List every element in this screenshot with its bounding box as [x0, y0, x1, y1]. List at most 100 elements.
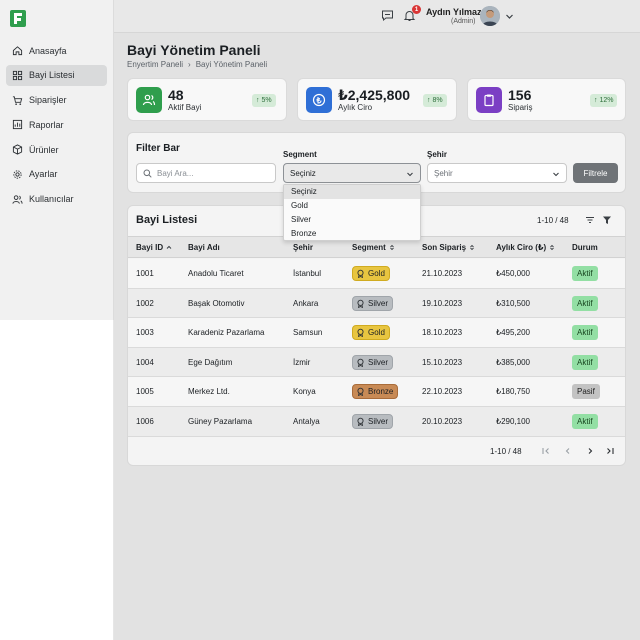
medal-icon: [357, 388, 364, 397]
chat-icon[interactable]: [381, 9, 394, 22]
city-select[interactable]: Şehir: [427, 163, 567, 183]
sidebar-item-kullanicilar[interactable]: Kullanıcılar: [6, 189, 107, 210]
filter-title: Filter Bar: [136, 143, 180, 154]
segment-option-bronze[interactable]: Bronze: [284, 226, 420, 240]
table-title: Bayi Listesi: [136, 214, 198, 226]
user-role: (Admin): [451, 18, 476, 25]
table-row[interactable]: 1006 Güney Pazarlama Antalya Silver 20.10.20…: [128, 407, 625, 437]
cell-name: Başak Otomotiv: [188, 298, 245, 308]
segment-option-seciniz[interactable]: Seçiniz: [284, 185, 420, 199]
currency-icon: [306, 87, 332, 113]
cell-id: 1003: [136, 328, 154, 338]
user-name[interactable]: Aydın Yılmaz: [426, 7, 482, 17]
sidebar-item-label: Ayarlar: [29, 169, 58, 180]
breadcrumb: Enyertim Paneli › Bayi Yönetim Paneli: [127, 60, 267, 69]
stat-card-siparis: 156 Sipariş ↑ 12%: [467, 78, 626, 121]
notification-badge: 1: [412, 5, 421, 14]
column-label: Durum: [572, 243, 598, 252]
sidebar-blank-area: [0, 320, 114, 640]
table-row[interactable]: 1003 Karadeniz Pazarlama Samsun Gold 18.10.2…: [128, 318, 625, 348]
table-row[interactable]: 1004 Ege Dağıtım İzmir Silver 15.10.2023 ₺385…: [128, 347, 625, 378]
first-page-icon[interactable]: [541, 446, 551, 456]
cell-name: Güney Pazarlama: [188, 417, 253, 426]
avatar-portrait-icon: [480, 6, 500, 26]
segment-badge: Silver: [352, 354, 394, 370]
segment-select[interactable]: Seçiniz: [283, 163, 421, 183]
column-header-name[interactable]: Bayi Adı: [188, 243, 220, 252]
table-row[interactable]: 1005 Merkez Ltd. Konya Bronze 22.10.2023 ₺180…: [128, 377, 625, 407]
home-icon: [12, 46, 23, 56]
prev-page-icon[interactable]: [563, 446, 573, 456]
sidebar: Anasayfa Bayi Listesi Siparişler Raporla…: [0, 0, 114, 320]
column-label: Segment: [352, 243, 386, 252]
stat-change-badge: ↑ 12%: [590, 94, 618, 107]
pager-range: 1-10 / 48: [490, 447, 522, 456]
cell-city: Ankara: [293, 298, 319, 308]
stat-label: Aylık Ciro: [338, 103, 373, 112]
status-badge: Aktif: [572, 295, 598, 311]
column-header-last-order[interactable]: Son Sipariş: [422, 243, 475, 252]
segment-badge: Bronze: [352, 384, 399, 400]
chevron-down-icon[interactable]: [505, 12, 514, 21]
status-badge: Pasif: [572, 384, 600, 400]
cell-last-order: 21.10.2023: [422, 269, 463, 278]
segment-badge-label: Silver: [368, 417, 389, 426]
filter-funnel-icon[interactable]: [602, 215, 612, 225]
sidebar-item-label: Ürünler: [29, 144, 59, 155]
segment-dropdown-menu: Seçiniz Gold Silver Bronze: [283, 184, 421, 241]
status-badge: Aktif: [572, 354, 598, 370]
users-icon: [12, 195, 23, 204]
chevron-down-icon: [407, 172, 413, 177]
column-header-segment[interactable]: Segment: [352, 243, 395, 252]
column-label: Aylık Ciro (₺): [496, 243, 547, 252]
table-row[interactable]: 1001 Anadolu Ticaret İstanbul Gold 21.10.202…: [128, 259, 625, 289]
cell-name: Ege Dağıtım: [188, 357, 233, 367]
next-page-icon[interactable]: [585, 446, 595, 456]
cell-city: Samsun: [293, 328, 323, 338]
cell-last-order: 22.10.2023: [422, 387, 463, 397]
sidebar-item-siparisler[interactable]: Siparişler: [6, 90, 107, 111]
column-label: Bayi ID: [136, 243, 164, 252]
sidebar-item-bayi-listesi[interactable]: Bayi Listesi: [6, 64, 107, 86]
sidebar-item-anasayfa[interactable]: Anasayfa: [6, 40, 107, 61]
cell-name: Anadolu Ticaret: [188, 269, 244, 278]
sidebar-item-ayarlar[interactable]: Ayarlar: [6, 164, 107, 185]
column-header-status[interactable]: Durum: [572, 243, 598, 252]
cell-name: Karadeniz Pazarlama: [188, 328, 265, 338]
cell-id: 1004: [136, 357, 154, 367]
sidebar-item-label: Bayi Listesi: [29, 70, 75, 81]
segment-label: Segment: [283, 150, 317, 159]
stat-change-badge: ↑ 5%: [252, 94, 276, 107]
top-header: [114, 0, 640, 33]
medal-icon: [357, 358, 364, 367]
chevron-down-icon: [553, 172, 559, 177]
sidebar-item-raporlar[interactable]: Raporlar: [6, 114, 107, 135]
column-label: Bayi Adı: [188, 243, 220, 252]
sort-both-icon: [550, 244, 554, 251]
segment-badge-label: Bronze: [368, 387, 394, 397]
avatar[interactable]: [480, 6, 500, 26]
stat-change-badge: ↑ 8%: [423, 94, 447, 107]
sidebar-item-label: Siparişler: [29, 95, 67, 106]
segment-badge-label: Silver: [368, 298, 389, 308]
brand-logo[interactable]: [10, 10, 26, 27]
table-row[interactable]: 1002 Başak Otomotiv Ankara Silver 19.10.2023…: [128, 288, 625, 319]
stat-value: 48: [168, 87, 184, 103]
column-header-revenue[interactable]: Aylık Ciro (₺): [496, 243, 555, 252]
segment-option-gold[interactable]: Gold: [284, 199, 420, 213]
segment-badge: Gold: [352, 266, 390, 281]
sort-lines-icon[interactable]: [585, 215, 595, 225]
status-badge: Aktif: [572, 414, 598, 429]
sidebar-item-urunler[interactable]: Ürünler: [6, 139, 107, 160]
grid-icon: [12, 70, 23, 80]
column-header-city[interactable]: Şehir: [293, 243, 313, 252]
last-page-icon[interactable]: [605, 446, 615, 456]
breadcrumb-item[interactable]: Enyertim Paneli: [127, 60, 183, 69]
segment-badge: Gold: [352, 325, 390, 341]
stat-value: 156: [508, 87, 532, 103]
column-header-id[interactable]: Bayi ID: [136, 243, 172, 252]
segment-option-silver[interactable]: Silver: [284, 213, 420, 227]
gear-icon: [13, 170, 22, 179]
filter-button[interactable]: Filtrele: [573, 163, 618, 183]
search-input[interactable]: Bayi Ara...: [136, 163, 276, 183]
